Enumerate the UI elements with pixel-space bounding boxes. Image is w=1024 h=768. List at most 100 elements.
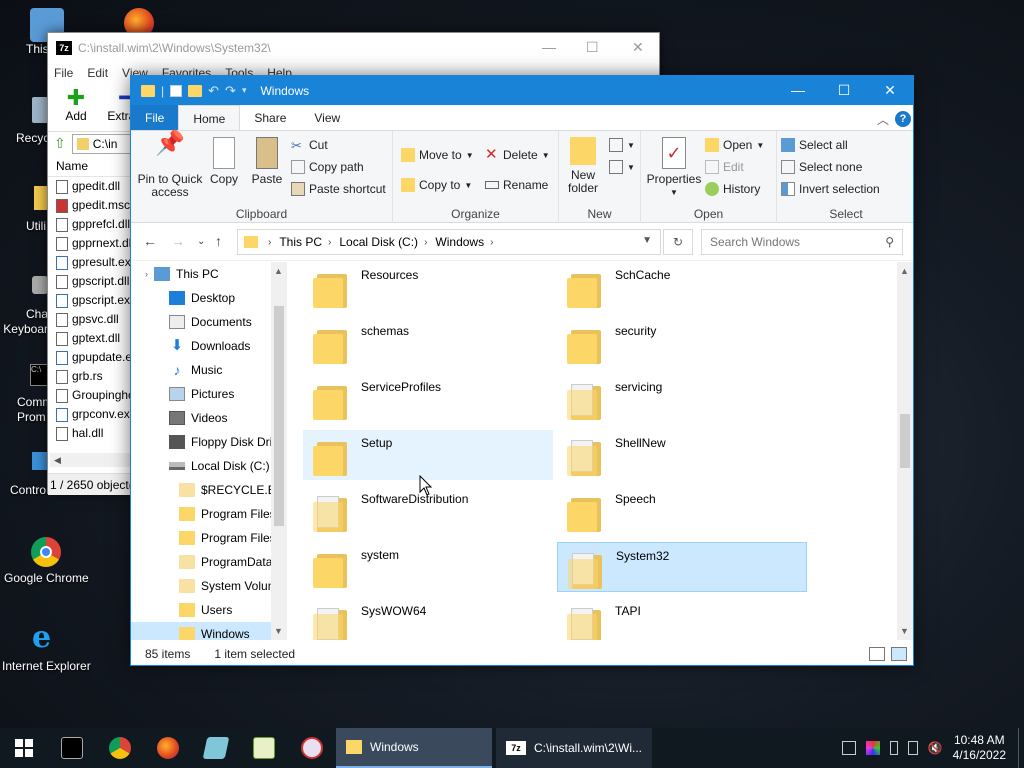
breadcrumb-local-disk[interactable]: Local Disk (C:) bbox=[339, 235, 418, 249]
new-item-button[interactable]: ▼ bbox=[609, 135, 635, 155]
redo-icon[interactable]: ↷ bbox=[225, 83, 236, 99]
nav-item-downloads[interactable]: ⬇ Downloads bbox=[169, 334, 251, 358]
add-button[interactable]: ✚ Add bbox=[54, 87, 98, 131]
chevron-right-icon[interactable]: › bbox=[328, 237, 331, 248]
breadcrumb-this-pc[interactable]: This PC bbox=[279, 235, 322, 249]
scroll-up-icon[interactable]: ▲ bbox=[274, 266, 283, 276]
select-none-button[interactable]: Select none bbox=[781, 157, 862, 177]
list-item[interactable]: gpedit.msc bbox=[56, 196, 136, 215]
close-icon[interactable]: ✕ bbox=[632, 39, 644, 56]
nav-item-desktop[interactable]: Desktop bbox=[169, 286, 235, 310]
show-desktop-button[interactable] bbox=[1018, 728, 1024, 768]
nav-item-documents[interactable]: Documents bbox=[169, 310, 252, 334]
scroll-thumb[interactable] bbox=[274, 306, 284, 526]
folder-item-selected[interactable]: System32 bbox=[557, 542, 807, 592]
menu-file[interactable]: File bbox=[54, 66, 73, 80]
explorer-window[interactable]: | ↶ ↷ ▾ Windows — ☐ ✕ File Home Share Vi… bbox=[130, 75, 914, 666]
select-all-button[interactable]: Select all bbox=[781, 135, 848, 155]
large-icons-view-icon[interactable] bbox=[891, 647, 907, 661]
taskbar-chrome[interactable] bbox=[96, 728, 144, 768]
scroll-down-icon[interactable]: ▼ bbox=[900, 626, 909, 636]
nav-item-windows[interactable]: Windows bbox=[131, 622, 271, 640]
chevron-right-icon[interactable]: › bbox=[424, 237, 427, 248]
nav-item-this-pc[interactable]: › This PC bbox=[145, 262, 219, 286]
maximize-icon[interactable]: ☐ bbox=[586, 39, 599, 56]
keyboard-icon[interactable] bbox=[32, 276, 48, 294]
menu-edit[interactable]: Edit bbox=[87, 66, 108, 80]
properties-icon[interactable] bbox=[170, 84, 183, 97]
control-panel-icon[interactable] bbox=[32, 452, 48, 470]
history-button[interactable]: History bbox=[705, 179, 760, 199]
invert-selection-button[interactable]: Invert selection bbox=[781, 179, 880, 199]
scroll-up-icon[interactable]: ▲ bbox=[900, 266, 909, 276]
search-input[interactable] bbox=[702, 230, 872, 254]
breadcrumb-windows[interactable]: Windows bbox=[435, 235, 484, 249]
list-item[interactable]: gpprnext.dll bbox=[56, 234, 136, 253]
list-item[interactable]: gpscript.dll bbox=[56, 272, 136, 291]
easy-access-button[interactable]: ▼ bbox=[609, 157, 635, 177]
list-item[interactable]: grpconv.exe bbox=[56, 405, 136, 424]
scroll-down-icon[interactable]: ▼ bbox=[274, 626, 283, 636]
usb-icon[interactable] bbox=[889, 741, 898, 755]
volume-mute-icon[interactable]: 🔇 bbox=[928, 741, 943, 755]
taskbar-app2[interactable] bbox=[240, 728, 288, 768]
chevron-right-icon[interactable]: › bbox=[490, 237, 493, 248]
folder-item[interactable]: Resources bbox=[303, 262, 553, 312]
folder-item[interactable]: ServiceProfiles bbox=[303, 374, 553, 424]
chrome-desktop-icon[interactable] bbox=[31, 537, 61, 567]
copy-button[interactable]: Copy bbox=[207, 137, 241, 186]
folder-item[interactable]: servicing bbox=[557, 374, 807, 424]
properties-button[interactable]: ✓ Properties ▼ bbox=[643, 137, 705, 199]
taskbar-app3[interactable] bbox=[288, 728, 336, 768]
nav-item-videos[interactable]: Videos bbox=[169, 406, 227, 430]
color-icon[interactable] bbox=[865, 741, 880, 755]
copy-to-button[interactable]: Copy to ▼ bbox=[401, 175, 472, 195]
list-item[interactable]: gpupdate.exe bbox=[56, 348, 136, 367]
list-item[interactable]: gpresult.exe bbox=[56, 253, 136, 272]
folder-item[interactable]: security bbox=[557, 318, 807, 368]
sevenzip-address[interactable]: C:\in bbox=[71, 133, 132, 154]
paste-shortcut-button[interactable]: Paste shortcut bbox=[291, 179, 386, 199]
folder-item[interactable]: SysWOW64 bbox=[303, 598, 553, 640]
folder-item-hover[interactable]: Setup bbox=[303, 430, 553, 480]
taskbar-7zip-window[interactable]: 7z C:\install.wim\2\Wi... bbox=[496, 728, 652, 768]
delete-button[interactable]: ✕ Delete ▼ bbox=[485, 145, 550, 165]
tab-view[interactable]: View bbox=[300, 105, 354, 130]
minimize-button[interactable]: — bbox=[775, 76, 821, 105]
nav-item-floppy[interactable]: Floppy Disk Dri bbox=[169, 430, 272, 454]
folder-item[interactable]: schemas bbox=[303, 318, 553, 368]
pin-quick-access-button[interactable]: 📌 Pin to Quick access bbox=[137, 132, 203, 199]
forward-arrow-icon[interactable]: → bbox=[171, 233, 185, 249]
folder-item[interactable]: system bbox=[303, 542, 553, 592]
horizontal-scrollbar[interactable]: ◀ bbox=[50, 453, 130, 467]
list-item[interactable]: gptext.dll bbox=[56, 329, 136, 348]
organize-move[interactable]: Move to ▼ bbox=[401, 145, 474, 165]
close-button[interactable]: ✕ bbox=[867, 76, 913, 105]
utilities-folder-icon[interactable] bbox=[34, 186, 48, 210]
sevenzip-titlebar[interactable]: 7z C:\install.wim\2\Windows\System32\ bbox=[48, 33, 659, 63]
command-prompt-icon[interactable]: C:\ bbox=[30, 364, 48, 386]
undo-icon[interactable]: ↶ bbox=[208, 83, 219, 99]
nav-item-local-disk[interactable]: Local Disk (C:) bbox=[169, 454, 270, 478]
back-arrow-icon[interactable]: ← bbox=[143, 233, 157, 249]
search-box[interactable]: ⚲ bbox=[701, 229, 903, 255]
clock[interactable]: 10:48 AM 4/16/2022 bbox=[953, 733, 1006, 763]
scroll-thumb[interactable] bbox=[900, 414, 910, 468]
list-item[interactable]: hal.dll bbox=[56, 424, 136, 443]
chevron-down-icon[interactable]: ▼ bbox=[642, 235, 652, 246]
nav-item-pictures[interactable]: Pictures bbox=[169, 382, 234, 406]
tab-home[interactable]: Home bbox=[178, 105, 241, 130]
tab-share[interactable]: Share bbox=[240, 105, 300, 130]
nav-item-music[interactable]: ♪ Music bbox=[169, 358, 223, 382]
new-folder-button[interactable]: New folder bbox=[561, 137, 605, 195]
list-item[interactable]: grb.rs bbox=[56, 367, 136, 386]
folder-item[interactable]: ShellNew bbox=[557, 430, 807, 480]
taskbar-firefox[interactable] bbox=[144, 728, 192, 768]
nav-item-program-files[interactable]: Program Files bbox=[179, 502, 276, 526]
folder-item[interactable]: Speech bbox=[557, 486, 807, 536]
customize-dropdown-icon[interactable]: ▾ bbox=[242, 85, 247, 96]
network-icon[interactable] bbox=[841, 741, 856, 755]
edit-button[interactable]: Edit bbox=[705, 157, 744, 177]
taskbar-app[interactable] bbox=[192, 728, 240, 768]
list-item[interactable]: Groupinghc bbox=[56, 386, 136, 405]
